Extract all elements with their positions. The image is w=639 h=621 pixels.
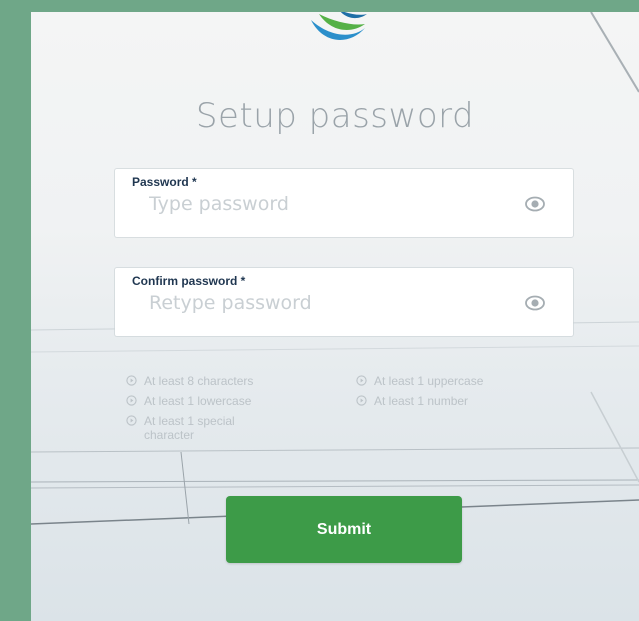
password-label: Password * [132, 175, 197, 189]
rule-text: At least 1 uppercase [374, 374, 484, 388]
play-circle-icon [356, 375, 367, 386]
password-field: Password * [115, 169, 573, 237]
rule-text: At least 1 lowercase [144, 394, 252, 408]
rule-item: At least 8 characters [126, 374, 274, 388]
confirm-password-label: Confirm password * [132, 274, 246, 288]
logo-icon [311, 12, 367, 40]
eye-icon[interactable] [525, 293, 545, 313]
play-circle-icon [356, 395, 367, 406]
password-input[interactable] [149, 193, 509, 215]
rule-text: At least 8 characters [144, 374, 254, 388]
confirm-password-field: Confirm password * [115, 268, 573, 336]
play-circle-icon [126, 415, 137, 426]
confirm-password-input[interactable] [149, 292, 509, 314]
page-title: Setup password [195, 96, 475, 136]
play-circle-icon [126, 375, 137, 386]
rule-item: At least 1 lowercase [126, 394, 274, 408]
play-circle-icon [126, 395, 137, 406]
rule-text: At least 1 special character [144, 414, 235, 442]
rule-item: At least 1 number [356, 394, 504, 408]
rule-text: At least 1 number [374, 394, 469, 408]
eye-icon[interactable] [525, 194, 545, 214]
submit-button[interactable]: Submit [226, 496, 462, 563]
setup-panel: Setup password Password * Confirm passwo… [31, 12, 639, 621]
rule-item: At least 1 uppercase [356, 374, 504, 388]
rule-item: At least 1 special character [126, 414, 259, 442]
